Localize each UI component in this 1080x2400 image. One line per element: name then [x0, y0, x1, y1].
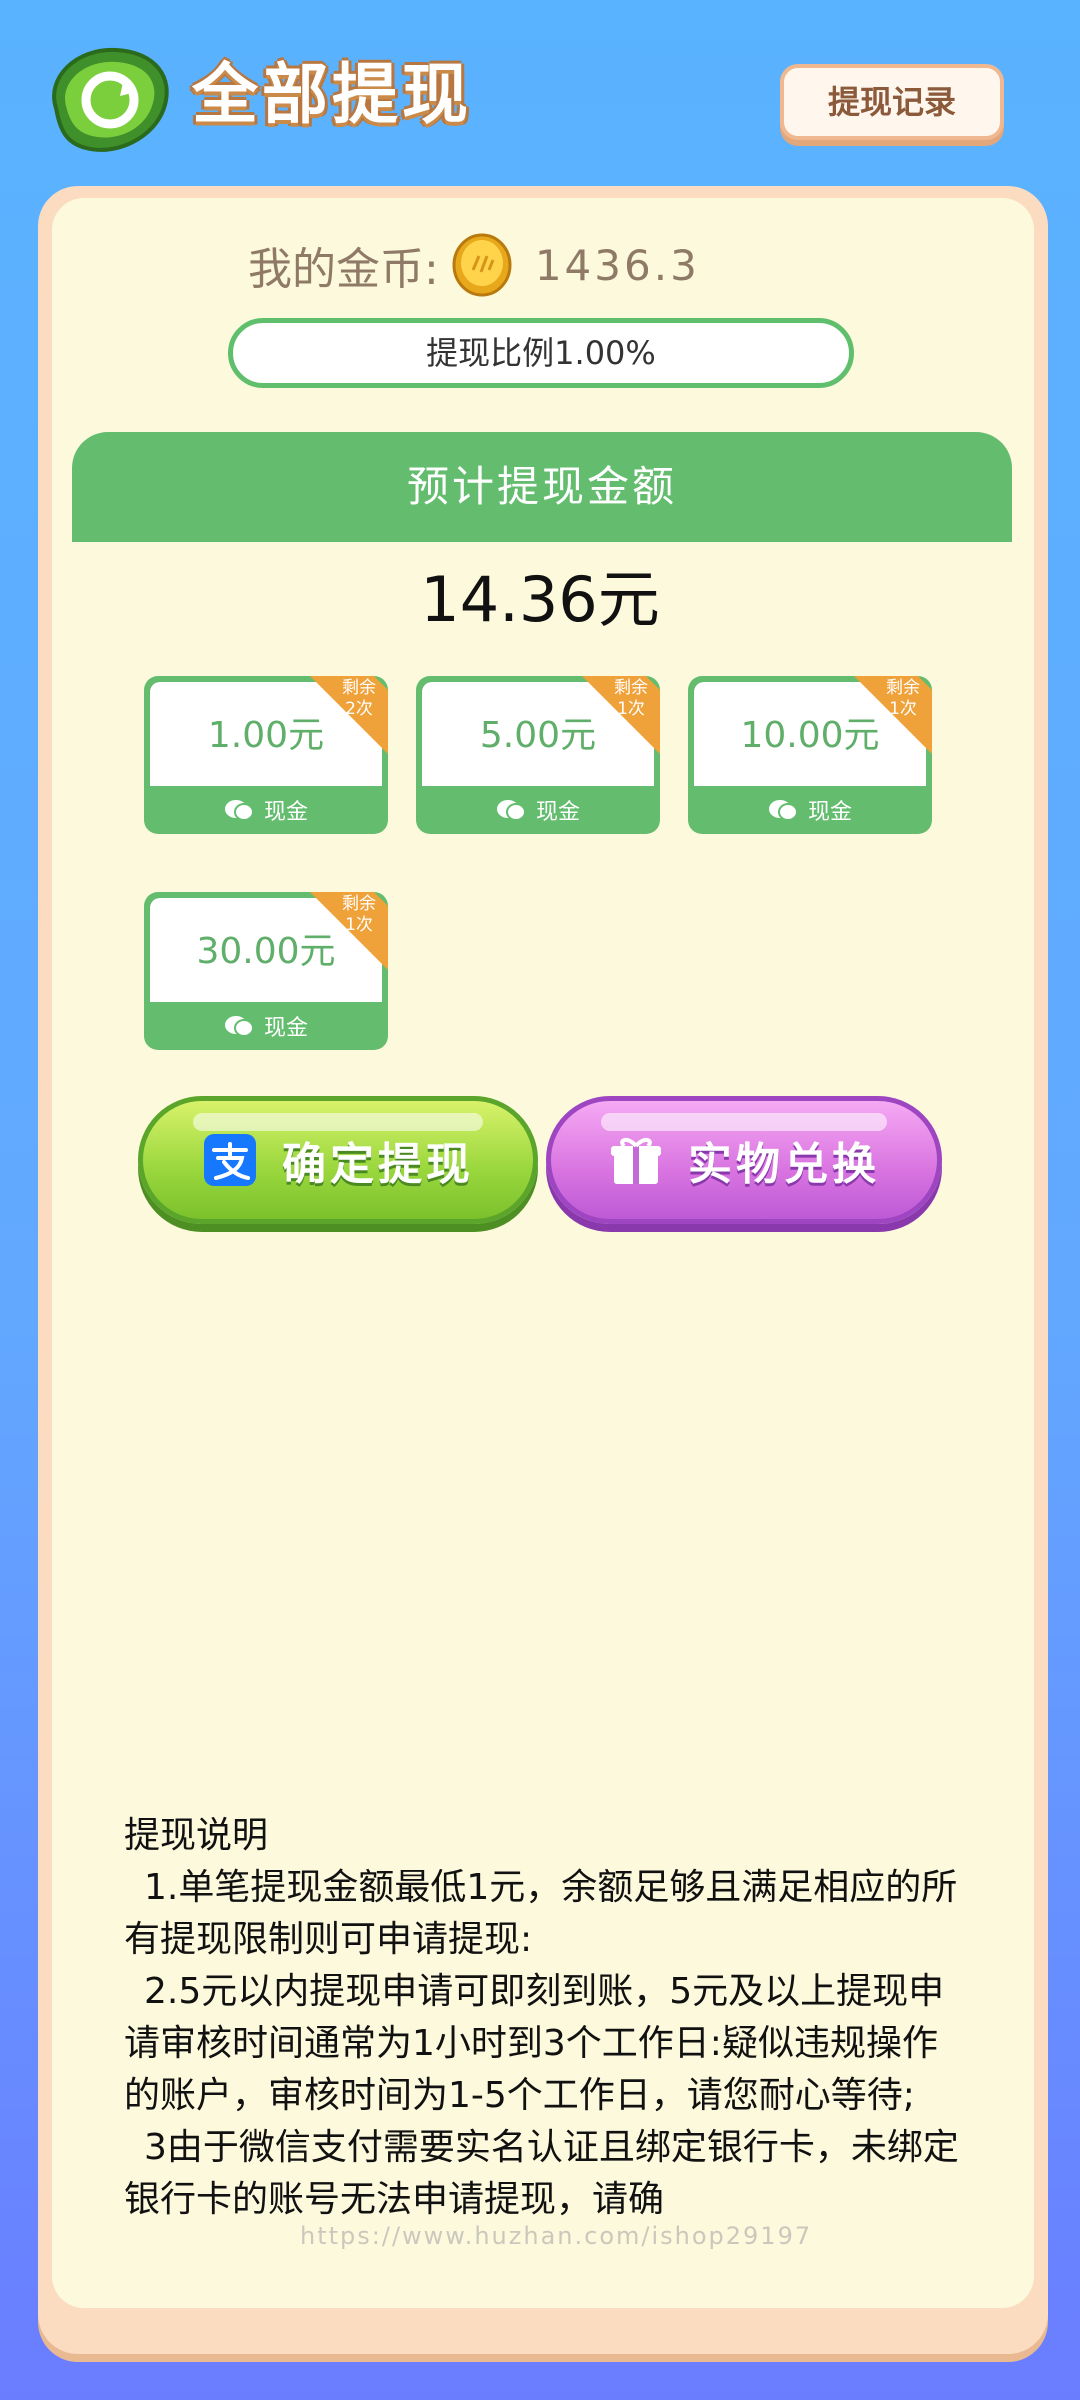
watermark: https://www.huzhan.com/ishop29197: [300, 2222, 813, 2250]
description-item-3: 3由于微信支付需要实名认证且绑定银行卡，未绑定银行卡的账号无法申请提现，请确: [124, 2127, 959, 2220]
remain-badge: 剩余 2次: [342, 678, 376, 719]
page-title: 全部提现: [192, 56, 472, 133]
remain-badge: 剩余 1次: [342, 894, 376, 935]
confirm-withdraw-button[interactable]: 确定提现: [138, 1096, 538, 1224]
description-item-1: 1.单笔提现金额最低1元，余额足够且满足相应的所有提现限制则可申请提现:: [124, 1867, 958, 1960]
gift-icon: [611, 1138, 661, 1184]
description-item-2: 2.5元以内提现申请可即刻到账，5元及以上提现申请审核时间通常为1小时到3个工作…: [124, 1971, 945, 2116]
confirm-withdraw-label: 确定提现: [282, 1139, 474, 1190]
app-logo-icon: [52, 47, 169, 152]
header: 全部提现 提现记录: [0, 0, 1080, 180]
description-title: 提现说明: [124, 1815, 269, 1856]
coins-row: 我的金币: 1436.3: [248, 225, 700, 305]
coins-label: 我的金币:: [248, 244, 439, 295]
withdraw-ratio-bar: 提现比例1.00%: [228, 318, 854, 388]
withdraw-record-button[interactable]: 提现记录: [780, 64, 1004, 140]
remain-badge: 剩余 1次: [886, 678, 920, 719]
withdraw-option-4[interactable]: 30.00元 剩余 1次 现金: [144, 892, 388, 1050]
estimate-amount: 14.36元: [420, 563, 660, 636]
option-type: 现金: [807, 800, 852, 825]
wechat-icon: [768, 800, 798, 821]
option-type: 现金: [535, 800, 580, 825]
alipay-icon: [204, 1134, 256, 1186]
gold-coin-icon: [452, 233, 512, 297]
coins-value: 1436.3: [534, 240, 700, 290]
withdraw-option-2[interactable]: 5.00元 剩余 1次 现金: [416, 676, 660, 834]
goods-exchange-label: 实物兑换: [688, 1139, 880, 1190]
wechat-icon: [224, 1016, 254, 1037]
goods-exchange-button[interactable]: 实物兑换: [546, 1096, 942, 1224]
withdraw-option-1[interactable]: 1.00元 剩余 2次 现金: [144, 676, 388, 834]
wechat-icon: [224, 800, 254, 821]
remain-badge: 剩余 1次: [614, 678, 648, 719]
withdraw-option-3[interactable]: 10.00元 剩余 1次 现金: [688, 676, 932, 834]
option-type: 现金: [263, 1016, 308, 1041]
wechat-icon: [496, 800, 526, 821]
estimate-header: 预计提现金额: [72, 432, 1012, 542]
option-type: 现金: [263, 800, 308, 825]
